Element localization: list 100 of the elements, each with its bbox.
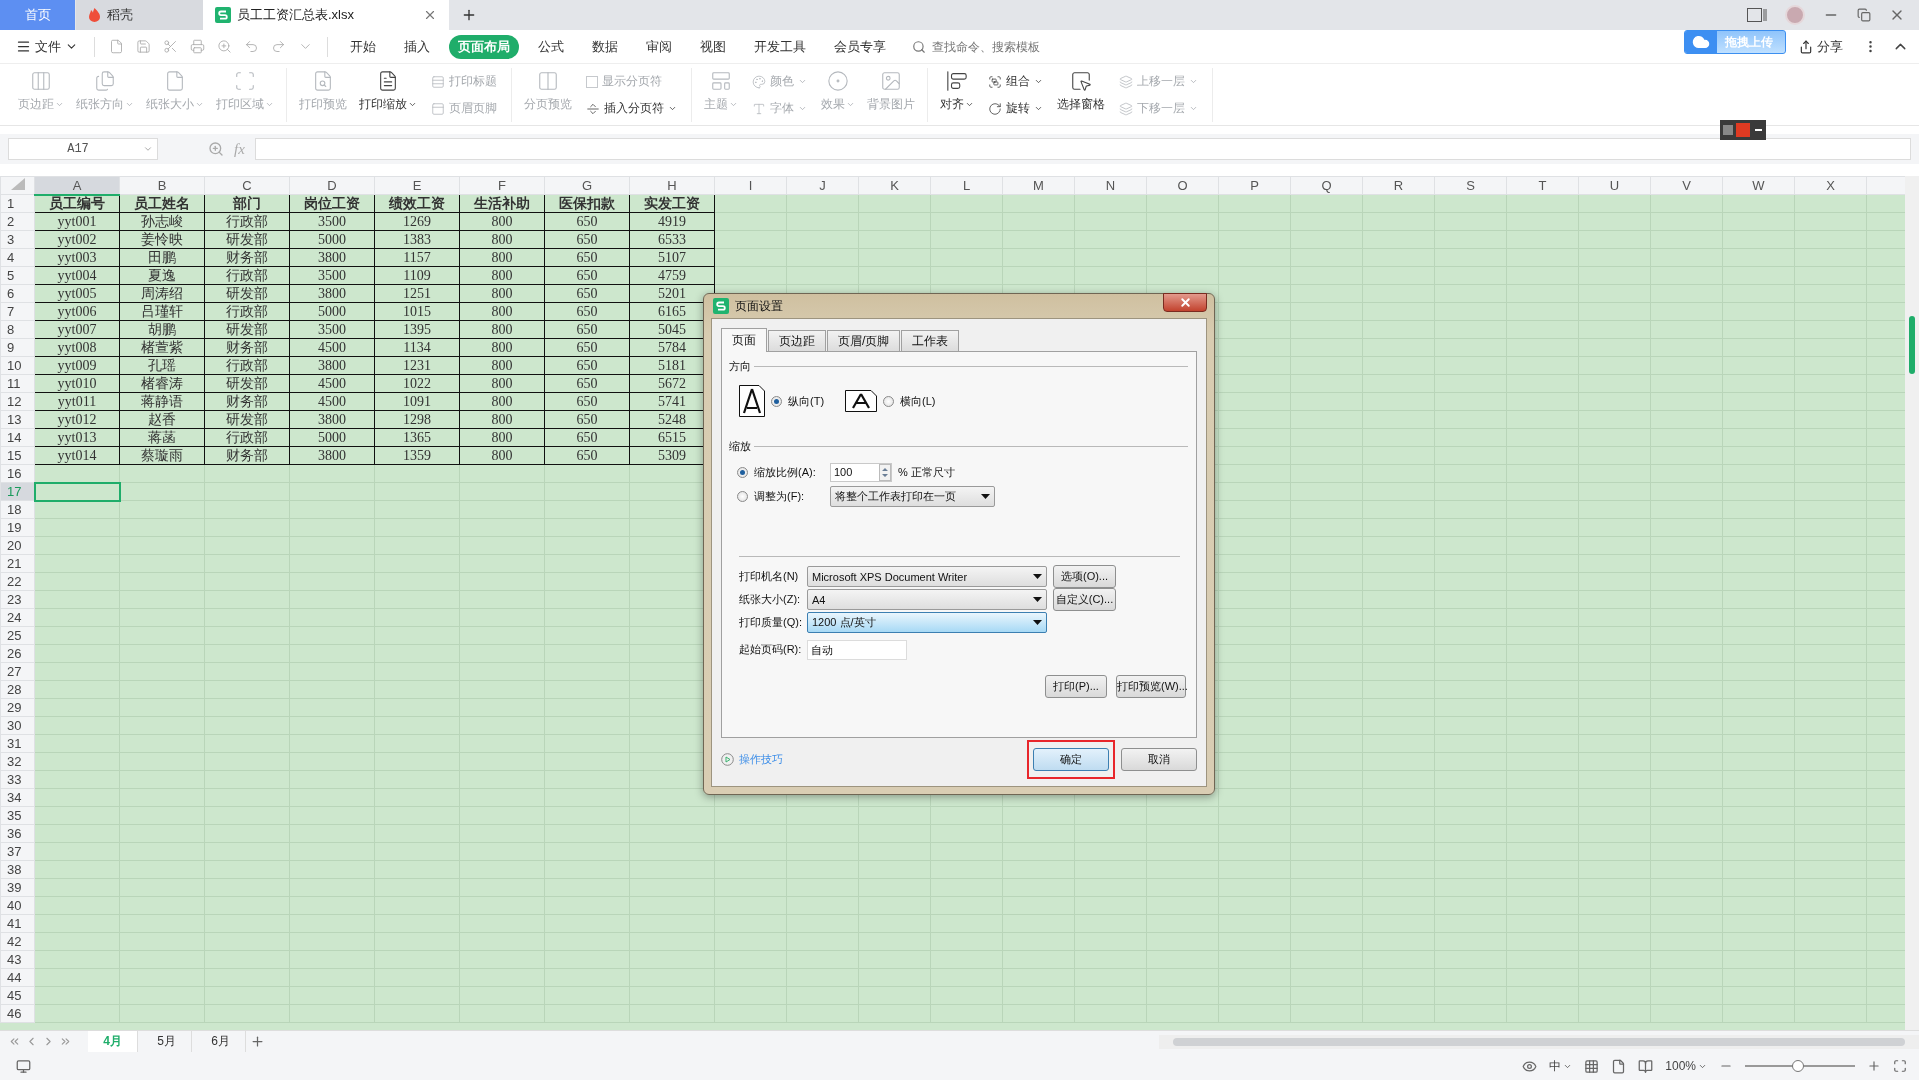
ribbon-button[interactable]: 对齐 bbox=[936, 68, 978, 122]
redo-icon[interactable] bbox=[271, 39, 286, 54]
ok-button[interactable]: 确定 bbox=[1033, 748, 1109, 771]
select-all-icon[interactable] bbox=[10, 177, 25, 190]
dialog-tab[interactable]: 页边距 bbox=[768, 330, 826, 351]
share-button[interactable]: 分享 bbox=[1793, 36, 1849, 57]
dropdown[interactable]: A4 bbox=[807, 589, 1047, 610]
selected-cell[interactable] bbox=[34, 482, 120, 501]
zoom-icon[interactable] bbox=[217, 39, 232, 54]
ime-toolbar-icon[interactable] bbox=[1720, 120, 1766, 140]
column-header[interactable]: R bbox=[1362, 176, 1435, 195]
ribbon-button[interactable]: 组合 bbox=[986, 72, 1045, 91]
first-sheet-icon[interactable] bbox=[8, 1035, 21, 1048]
column-header[interactable]: H bbox=[629, 176, 715, 195]
spin-field[interactable]: 100 bbox=[830, 462, 892, 482]
app-tab[interactable]: 员工工资汇总表.xlsx bbox=[203, 0, 449, 30]
dialog-button[interactable]: 打印(P)... bbox=[1045, 675, 1107, 698]
radio-button[interactable] bbox=[883, 395, 895, 407]
ribbon-button[interactable]: 插入分页符 bbox=[584, 99, 679, 118]
window-count-icon[interactable] bbox=[1747, 8, 1767, 22]
column-header[interactable]: B bbox=[119, 176, 205, 195]
undo-icon[interactable] bbox=[244, 39, 259, 54]
save-icon[interactable] bbox=[136, 39, 151, 54]
ribbon-button[interactable]: 选择窗格 bbox=[1053, 68, 1109, 122]
ribbon-button[interactable]: 旋转 bbox=[986, 99, 1045, 118]
user-avatar[interactable] bbox=[1785, 5, 1805, 25]
zoom-level[interactable]: 100% bbox=[1665, 1059, 1707, 1073]
monitor-icon[interactable] bbox=[16, 1058, 31, 1074]
dialog-button[interactable]: 打印预览(W)... bbox=[1116, 675, 1186, 698]
zoom-in-icon[interactable] bbox=[1867, 1059, 1881, 1073]
ribbon-tab[interactable]: 审阅 bbox=[637, 34, 681, 59]
ribbon-tab[interactable]: 开发工具 bbox=[745, 34, 815, 59]
page-view-icon[interactable] bbox=[1611, 1058, 1627, 1074]
search-field[interactable]: 查找命令、搜索模板 bbox=[912, 38, 1070, 55]
dropdown[interactable]: 1200 点/英寸 bbox=[807, 612, 1047, 633]
column-header[interactable]: V bbox=[1650, 176, 1723, 195]
column-header[interactable]: O bbox=[1146, 176, 1219, 195]
radio-button[interactable] bbox=[771, 395, 782, 407]
print-icon[interactable] bbox=[190, 39, 205, 54]
dialog-button[interactable]: 选项(O)... bbox=[1053, 565, 1116, 588]
column-header[interactable]: X bbox=[1794, 176, 1867, 195]
column-header[interactable]: M bbox=[1002, 176, 1075, 195]
column-header[interactable]: F bbox=[459, 176, 545, 195]
new-file-icon[interactable] bbox=[109, 39, 124, 54]
slider-thumb[interactable] bbox=[1791, 1060, 1804, 1072]
add-sheet-icon[interactable] bbox=[250, 1034, 265, 1049]
column-header[interactable]: A bbox=[34, 176, 120, 195]
close-icon[interactable] bbox=[423, 8, 437, 22]
ribbon-tab[interactable]: 数据 bbox=[583, 34, 627, 59]
column-header[interactable]: P bbox=[1218, 176, 1291, 195]
column-header[interactable]: G bbox=[544, 176, 630, 195]
input-mode[interactable]: 中 bbox=[1549, 1057, 1573, 1075]
input-field[interactable]: 自动 bbox=[807, 639, 907, 660]
dialog-tab[interactable]: 页面 bbox=[721, 328, 767, 352]
ribbon-tab[interactable]: 公式 bbox=[529, 34, 573, 59]
scissors-icon[interactable] bbox=[163, 39, 178, 54]
spinner-arrows-icon[interactable] bbox=[879, 463, 891, 481]
dialog-button[interactable]: 自定义(C)... bbox=[1053, 588, 1116, 611]
column-header[interactable]: C bbox=[204, 176, 290, 195]
radio-label[interactable]: 纵向(T) bbox=[788, 393, 825, 409]
eye-icon[interactable] bbox=[1522, 1058, 1538, 1074]
file-menu[interactable]: 文件 bbox=[10, 34, 84, 59]
ribbon-button[interactable]: 打印缩放 bbox=[355, 68, 421, 122]
dialog-tab[interactable]: 页眉/页脚 bbox=[827, 330, 901, 351]
ribbon-tab[interactable]: 视图 bbox=[691, 34, 735, 59]
ribbon-tab[interactable]: 插入 bbox=[395, 34, 439, 59]
dialog-tab[interactable]: 工作表 bbox=[901, 330, 960, 351]
column-header[interactable]: D bbox=[289, 176, 375, 195]
dropdown[interactable]: Microsoft XPS Document Writer bbox=[807, 566, 1047, 587]
zoom-icon[interactable] bbox=[208, 141, 224, 157]
normal-view-icon[interactable] bbox=[1584, 1058, 1600, 1074]
ribbon-tab[interactable]: 会员专享 bbox=[825, 34, 895, 59]
column-header[interactable]: W bbox=[1722, 176, 1795, 195]
radio-label[interactable]: 缩放比例(A): bbox=[754, 464, 824, 480]
dropdown[interactable]: 将整个工作表打印在一页 bbox=[830, 485, 995, 507]
radio-button[interactable] bbox=[737, 490, 748, 502]
column-header[interactable]: Q bbox=[1290, 176, 1363, 195]
vertical-scrollbar[interactable] bbox=[1905, 176, 1919, 1030]
column-header[interactable]: U bbox=[1578, 176, 1651, 195]
reading-view-icon[interactable] bbox=[1638, 1058, 1654, 1074]
radio-button[interactable] bbox=[737, 466, 748, 478]
column-header[interactable]: J bbox=[786, 176, 859, 195]
cancel-button[interactable]: 取消 bbox=[1121, 748, 1197, 771]
column-header[interactable]: E bbox=[374, 176, 460, 195]
column-header[interactable]: I bbox=[714, 176, 787, 195]
column-header[interactable]: N bbox=[1074, 176, 1147, 195]
ribbon-tab[interactable]: 开始 bbox=[341, 34, 385, 59]
column-header[interactable]: K bbox=[858, 176, 931, 195]
last-sheet-icon[interactable] bbox=[59, 1035, 72, 1048]
restore-icon[interactable] bbox=[1857, 8, 1871, 22]
formula-input[interactable] bbox=[254, 138, 1911, 160]
fullscreen-icon[interactable] bbox=[1893, 1059, 1907, 1073]
column-header[interactable]: S bbox=[1434, 176, 1507, 195]
radio-label[interactable]: 横向(L) bbox=[900, 393, 936, 409]
radio-label[interactable]: 调整为(F): bbox=[754, 488, 824, 504]
new-tab-icon[interactable] bbox=[461, 7, 477, 23]
horizontal-scrollbar[interactable] bbox=[1159, 1034, 1919, 1049]
column-header[interactable]: T bbox=[1506, 176, 1579, 195]
name-box[interactable]: A17 bbox=[8, 138, 158, 160]
column-header[interactable]: L bbox=[930, 176, 1003, 195]
